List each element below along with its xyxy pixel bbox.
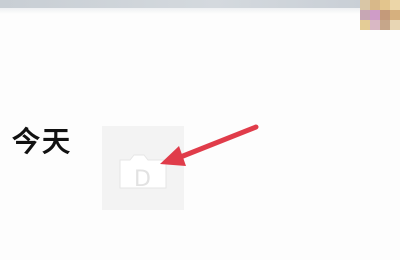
image-placeholder[interactable]: D: [102, 126, 184, 210]
blurred-avatar-icon[interactable]: [360, 0, 400, 30]
svg-text:D: D: [134, 167, 151, 192]
broken-image-icon: D: [119, 154, 167, 192]
top-bar-shadow: [0, 8, 360, 14]
page: 今天 D: [0, 0, 400, 260]
page-title: 今天: [12, 125, 73, 158]
top-bar: [0, 0, 360, 8]
